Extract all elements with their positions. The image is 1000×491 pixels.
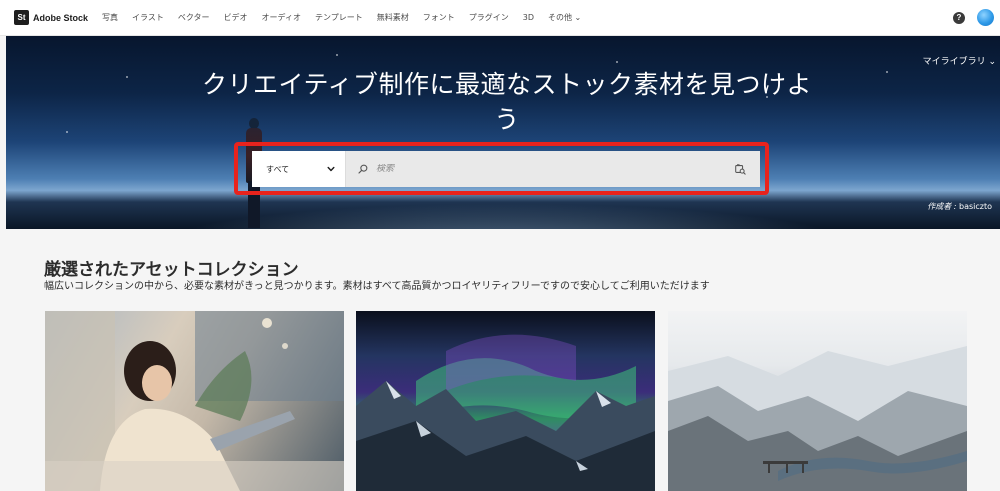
chevron-down-icon (327, 166, 335, 172)
search-input[interactable] (376, 164, 734, 174)
adobe-stock-logo[interactable]: St (14, 10, 29, 25)
nav-link-templates[interactable]: テンプレート (315, 12, 363, 23)
nav-link-fonts[interactable]: フォント (423, 12, 455, 23)
search-bar: すべて (252, 151, 760, 187)
help-icon[interactable]: ? (953, 11, 965, 24)
aurora-mountains-image (356, 334, 655, 491)
nav-link-illustrations[interactable]: イラスト (132, 12, 164, 23)
credit-label: 作成者 : (927, 202, 957, 211)
nav-link-audio[interactable]: オーディオ (262, 12, 301, 23)
collections-subtitle: 幅広いコレクションの中から、必要な素材がきっと見つかります。素材はすべて高品質か… (44, 281, 710, 292)
collection-card-snow-valley[interactable] (668, 311, 967, 491)
my-library-link[interactable]: マイライブラリ ⌄ (923, 54, 996, 67)
collection-card-woman-laptop[interactable] (45, 311, 344, 491)
nav-link-free[interactable]: 無料素材 (377, 12, 409, 23)
top-nav: St Adobe Stock 写真 イラスト ベクター ビデオ オーディオ テン… (0, 0, 1000, 36)
nav-right: ? (953, 9, 994, 26)
photo-credit: 作成者 : basiczto (927, 201, 992, 212)
collection-card-aurora[interactable] (356, 311, 655, 491)
nav-link-photos[interactable]: 写真 (102, 12, 118, 23)
search-icon (358, 164, 368, 174)
search-query-area (346, 151, 760, 187)
hero-banner: クリエイティブ制作に最適なストック素材を見つけよう マイライブラリ ⌄ 作成者 … (6, 36, 1000, 229)
search-scope-dropdown[interactable]: すべて (252, 151, 346, 187)
brand-name[interactable]: Adobe Stock (33, 13, 88, 23)
woman-laptop-image (45, 311, 344, 491)
hero-title: クリエイティブ制作に最適なストック素材を見つけよう (201, 70, 812, 134)
credit-name[interactable]: basiczto (956, 202, 992, 211)
nav-link-3d[interactable]: 3D (523, 13, 534, 22)
nav-link-plugins[interactable]: プラグイン (469, 12, 509, 23)
snowy-valley-image (668, 346, 967, 491)
brand[interactable]: St Adobe Stock (14, 10, 88, 25)
camera-search-icon[interactable] (734, 163, 746, 175)
avatar[interactable] (977, 9, 994, 26)
nav-link-videos[interactable]: ビデオ (224, 12, 248, 23)
nav-link-more[interactable]: その他 ⌄ (548, 12, 581, 23)
search-scope-value: すべて (266, 164, 290, 174)
nav-link-vectors[interactable]: ベクター (178, 12, 210, 23)
nav-links: 写真 イラスト ベクター ビデオ オーディオ テンプレート 無料素材 フォント … (102, 12, 581, 23)
